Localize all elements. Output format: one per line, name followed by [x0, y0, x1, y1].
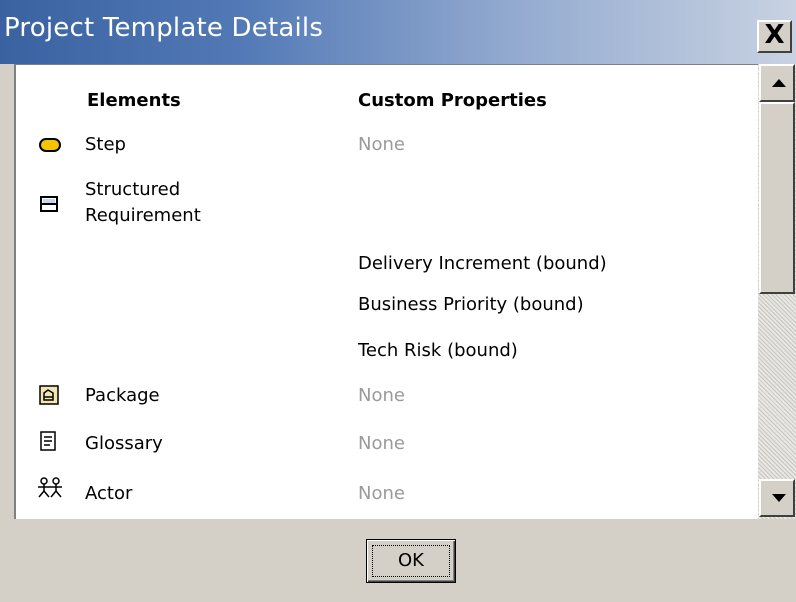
project-template-details-dialog: Project Template Details X Elements Cust…	[0, 0, 796, 602]
ok-button[interactable]: OK	[366, 539, 456, 583]
property-actor: None	[358, 483, 405, 504]
actor-icon	[38, 477, 62, 498]
window-title: Project Template Details	[4, 13, 324, 43]
scroll-down-button[interactable]	[759, 479, 795, 517]
scroll-up-button[interactable]	[759, 64, 795, 102]
property-delivery-increment: Delivery Increment (bound)	[358, 253, 607, 274]
property-business-priority: Business Priority (bound)	[358, 294, 584, 315]
details-list: Elements Custom Properties Step None Str…	[14, 64, 758, 519]
property-package: None	[358, 385, 405, 406]
element-structured-requirement-line1: Structured	[85, 179, 181, 200]
element-actor: Actor	[85, 483, 133, 504]
step-icon	[39, 138, 61, 152]
glossary-icon	[40, 431, 56, 451]
structured-requirement-icon	[40, 196, 58, 212]
package-icon	[39, 385, 59, 405]
header-custom-properties: Custom Properties	[358, 90, 547, 111]
arrow-down-icon	[772, 494, 786, 502]
arrow-up-icon	[772, 79, 786, 87]
property-tech-risk: Tech Risk (bound)	[358, 340, 518, 361]
dialog-footer: OK	[0, 519, 796, 602]
vertical-scrollbar[interactable]	[758, 64, 796, 519]
close-icon: X	[764, 20, 785, 50]
header-elements: Elements	[87, 90, 181, 111]
property-glossary: None	[358, 433, 405, 454]
element-package: Package	[85, 385, 160, 406]
scrollbar-thumb[interactable]	[759, 102, 795, 294]
property-step: None	[358, 134, 405, 155]
title-bar[interactable]: Project Template Details X	[0, 0, 796, 64]
element-structured-requirement-line2: Requirement	[85, 205, 201, 226]
close-button[interactable]: X	[757, 20, 792, 53]
ok-button-label: OK	[398, 550, 424, 571]
element-step: Step	[85, 134, 126, 155]
element-glossary: Glossary	[85, 433, 163, 454]
